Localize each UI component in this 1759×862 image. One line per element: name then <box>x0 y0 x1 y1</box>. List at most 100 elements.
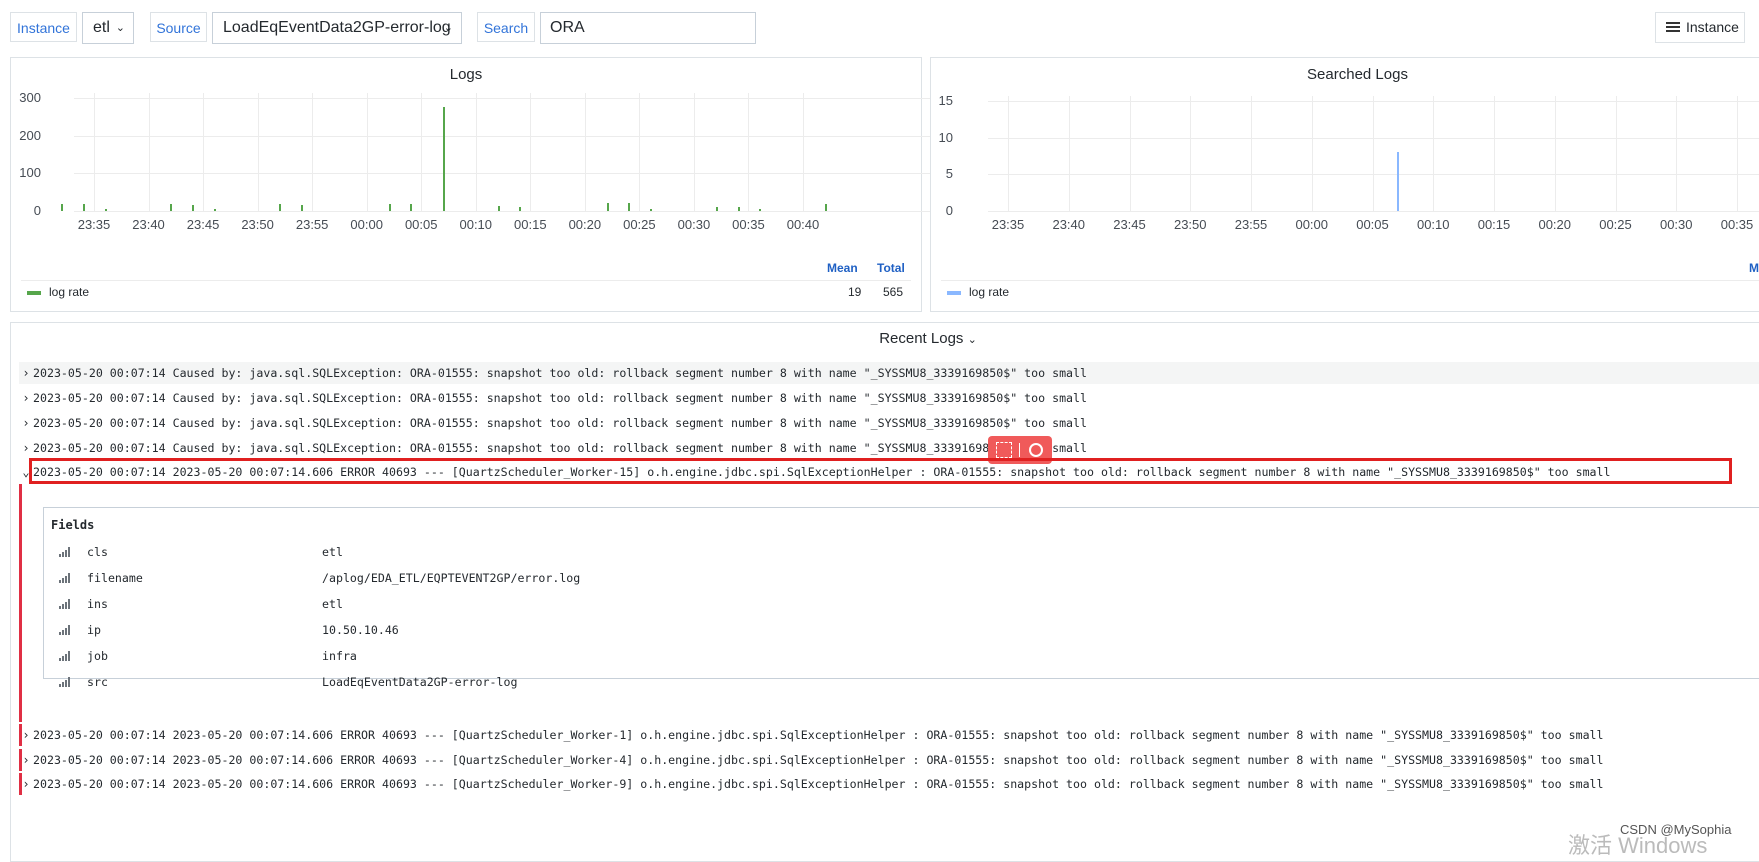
chart-bar[interactable] <box>606 202 609 211</box>
recent-logs-title[interactable]: Recent Logs ⌄ <box>0 330 1759 347</box>
x-tick-label: 00:05 <box>404 217 438 232</box>
log-row[interactable]: › 2023-05-20 00:07:14 Caused by: java.sql… <box>19 412 1759 434</box>
instance-menu-button[interactable]: Instance <box>1655 12 1745 43</box>
chart-bar[interactable] <box>83 204 86 211</box>
log-row-text: 2023-05-20 00:07:14 Caused by: java.sql.… <box>33 391 1087 405</box>
y-tick-label: 15 <box>938 93 953 108</box>
log-row-text: 2023-05-20 00:07:14 Caused by: java.sql.… <box>33 366 1087 380</box>
chart-bar[interactable] <box>497 206 500 211</box>
legend-mean-header[interactable]: Mean <box>827 261 858 275</box>
x-tick-label: 00:25 <box>1599 217 1632 232</box>
expand-caret-icon[interactable]: › <box>19 437 33 459</box>
gridline-h <box>74 211 950 212</box>
chevron-down-icon: ⌄ <box>115 22 125 34</box>
chart-bar[interactable] <box>104 209 107 211</box>
chart-bar[interactable] <box>301 204 304 211</box>
signal-bars-icon[interactable] <box>59 625 71 635</box>
legend-swatch <box>27 290 41 295</box>
search-label: Search <box>477 12 535 42</box>
log-row-text: 2023-05-20 00:07:14 Caused by: java.sql.… <box>33 441 1087 455</box>
toolbar-divider <box>1019 443 1020 457</box>
chart-bar[interactable] <box>824 204 827 211</box>
legend-divider <box>941 280 1759 281</box>
log-level-marker <box>19 484 22 722</box>
gridline-v <box>1008 96 1009 211</box>
gridline-v <box>421 93 423 211</box>
expand-caret-icon[interactable]: › <box>19 724 33 746</box>
instance-button-label: Instance <box>1686 19 1739 35</box>
signal-bars-icon[interactable] <box>59 547 71 557</box>
y-tick-label: 100 <box>19 165 41 181</box>
instance-select[interactable]: etl ⌄ <box>82 12 134 44</box>
expand-caret-icon[interactable]: › <box>19 387 33 409</box>
x-tick-label: 00:10 <box>1416 217 1450 232</box>
chart-bar[interactable] <box>410 204 413 211</box>
x-tick-label: 00:30 <box>677 217 711 232</box>
x-tick-label: 00:10 <box>459 217 493 232</box>
chart-bar[interactable] <box>61 203 64 211</box>
chevron-down-icon: ⌄ <box>967 334 977 346</box>
chart-bar[interactable] <box>213 208 216 211</box>
gridline-v <box>639 93 641 211</box>
chart-bar[interactable] <box>192 204 195 211</box>
gridline-v <box>1494 96 1495 211</box>
signal-bars-icon[interactable] <box>59 599 71 609</box>
signal-bars-icon[interactable] <box>59 677 71 687</box>
search-icon[interactable] <box>1029 443 1043 457</box>
log-row[interactable]: › 2023-05-20 00:07:14 2023-05-20 00:07:14… <box>19 749 1759 771</box>
chart-bar[interactable] <box>737 207 740 211</box>
gridline-v <box>475 93 477 211</box>
x-tick-label: 23:45 <box>1113 217 1146 232</box>
chart-bar[interactable] <box>650 209 653 211</box>
log-row[interactable]: › 2023-05-20 00:07:14 2023-05-20 00:07:14… <box>19 724 1759 746</box>
gridline-v <box>1676 96 1678 211</box>
legend-divider <box>21 280 911 281</box>
log-row-text: 2023-05-20 00:07:14 2023-05-20 00:07:14.… <box>33 753 1604 767</box>
gridline-v <box>1311 96 1313 211</box>
chart-bar[interactable] <box>628 203 631 211</box>
gridline-h <box>74 98 950 99</box>
gridline-v <box>1737 96 1738 211</box>
gridline-v <box>148 93 150 211</box>
expand-caret-icon[interactable]: › <box>19 749 33 771</box>
legend-total-header[interactable]: Total <box>877 261 905 275</box>
source-select[interactable]: LoadEqEventData2GP-error-log ⌄ <box>212 12 462 44</box>
field-value: LoadEqEventData2GP-error-log <box>322 675 518 689</box>
chart-bar[interactable] <box>759 209 762 211</box>
gridline-h <box>988 211 1759 212</box>
legend-swatch <box>947 290 961 295</box>
field-value: infra <box>322 649 357 663</box>
x-tick-label: 00:40 <box>786 217 820 232</box>
search-input[interactable]: ORA <box>540 12 756 44</box>
legend-item-log-rate[interactable]: log rate <box>947 285 1009 299</box>
chart-bar[interactable] <box>279 204 282 211</box>
text-select-icon[interactable] <box>996 442 1012 458</box>
log-row-text: 2023-05-20 00:07:14 2023-05-20 00:07:14.… <box>33 728 1604 742</box>
chart-bar[interactable] <box>1396 152 1399 211</box>
x-tick-label: 23:55 <box>1234 217 1268 232</box>
expand-caret-icon[interactable]: › <box>19 412 33 434</box>
legend-label: log rate <box>49 285 90 299</box>
chart-bar[interactable] <box>170 204 173 211</box>
gridline-v <box>584 93 586 211</box>
legend-mean-header[interactable]: M <box>1749 261 1759 275</box>
log-row[interactable]: › 2023-05-20 00:07:14 Caused by: java.sql… <box>19 437 1759 459</box>
log-row[interactable]: › 2023-05-20 00:07:14 2023-05-20 00:07:14… <box>19 773 1759 795</box>
chart-bar[interactable] <box>443 106 446 211</box>
legend-label: log rate <box>969 285 1010 299</box>
log-row-text: 2023-05-20 00:07:14 2023-05-20 00:07:14.… <box>33 777 1604 791</box>
x-tick-label: 00:15 <box>1477 217 1511 232</box>
expand-caret-icon[interactable]: › <box>19 773 33 795</box>
log-row[interactable]: › 2023-05-20 00:07:14 Caused by: java.sql… <box>19 362 1759 384</box>
signal-bars-icon[interactable] <box>59 573 71 583</box>
legend-item-log-rate[interactable]: log rate <box>27 285 89 299</box>
chart-bar[interactable] <box>388 203 391 211</box>
expand-caret-icon[interactable]: › <box>19 362 33 384</box>
legend-total-value: 565 <box>883 285 904 299</box>
chart-bar[interactable] <box>715 206 718 211</box>
log-row[interactable]: › 2023-05-20 00:07:14 Caused by: java.sql… <box>19 387 1759 409</box>
chart-bar[interactable] <box>519 207 522 211</box>
signal-bars-icon[interactable] <box>59 651 71 661</box>
x-tick-label: 23:45 <box>186 217 220 232</box>
highlight-annotation-box <box>29 458 1732 484</box>
